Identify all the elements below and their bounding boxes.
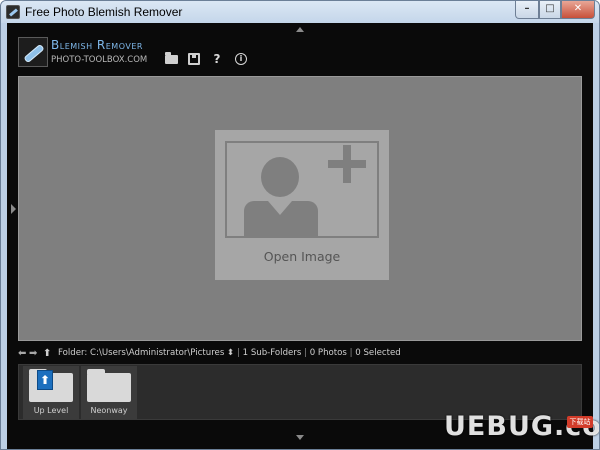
folder-tile-up-level[interactable]: ⬆ Up Level [23, 366, 79, 419]
app-client-area: Blemish Remover PHOTO-TOOLBOX.COM ? i Op… [7, 23, 593, 449]
folder-tile-neonway[interactable]: Neonway [81, 366, 137, 419]
folder-status-bar: Folder: C:\Users\Administrator\Pictures … [58, 348, 401, 358]
photo-count: 0 Photos [309, 348, 347, 358]
help-icon[interactable]: ? [210, 51, 224, 67]
app-window: Free Photo Blemish Remover – □ ✕ Blemish… [0, 0, 600, 450]
add-person-icon [225, 141, 379, 238]
folder-path[interactable]: C:\Users\Administrator\Pictures [90, 348, 224, 358]
title-bar[interactable]: Free Photo Blemish Remover – □ ✕ [1, 1, 599, 23]
collapse-bottom-arrow-icon[interactable] [296, 435, 304, 440]
separator: | [304, 348, 307, 358]
separator: | [236, 348, 240, 358]
app-icon [6, 5, 20, 19]
close-button[interactable]: ✕ [561, 1, 595, 19]
save-icon[interactable] [186, 51, 202, 67]
folder-open-icon[interactable] [164, 51, 180, 67]
image-canvas[interactable]: Open Image [18, 76, 582, 341]
subfolder-count: 1 Sub-Folders [242, 348, 302, 358]
folder-icon [87, 369, 131, 402]
back-arrow-icon[interactable]: ⬅ [18, 349, 28, 359]
open-image-label: Open Image [263, 249, 341, 264]
info-icon[interactable]: i [234, 51, 248, 67]
window-title: Free Photo Blemish Remover [25, 5, 183, 19]
forward-arrow-icon[interactable]: ➡ [29, 349, 39, 359]
path-toggle-icon[interactable]: ⬍ [227, 348, 234, 358]
logo-subtitle: PHOTO-TOOLBOX.COM [51, 55, 148, 65]
collapse-top-arrow-icon[interactable] [296, 27, 304, 32]
up-arrow-icon[interactable]: ⬆ [43, 349, 53, 359]
folder-tile-label: Neonway [90, 406, 128, 415]
collapse-left-arrow-icon[interactable] [11, 204, 16, 214]
watermark-tag: 下载站 [567, 416, 593, 428]
folder-label: Folder: [58, 348, 88, 358]
logo-title: Blemish Remover [51, 38, 143, 52]
bandage-icon [18, 37, 48, 67]
selected-count: 0 Selected [355, 348, 401, 358]
folder-up-icon: ⬆ [37, 370, 53, 390]
maximize-button[interactable]: □ [539, 1, 561, 19]
open-image-button[interactable]: Open Image [215, 130, 389, 280]
folder-tile-label: Up Level [33, 406, 69, 415]
separator: | [349, 348, 353, 358]
minimize-button[interactable]: – [515, 1, 539, 19]
